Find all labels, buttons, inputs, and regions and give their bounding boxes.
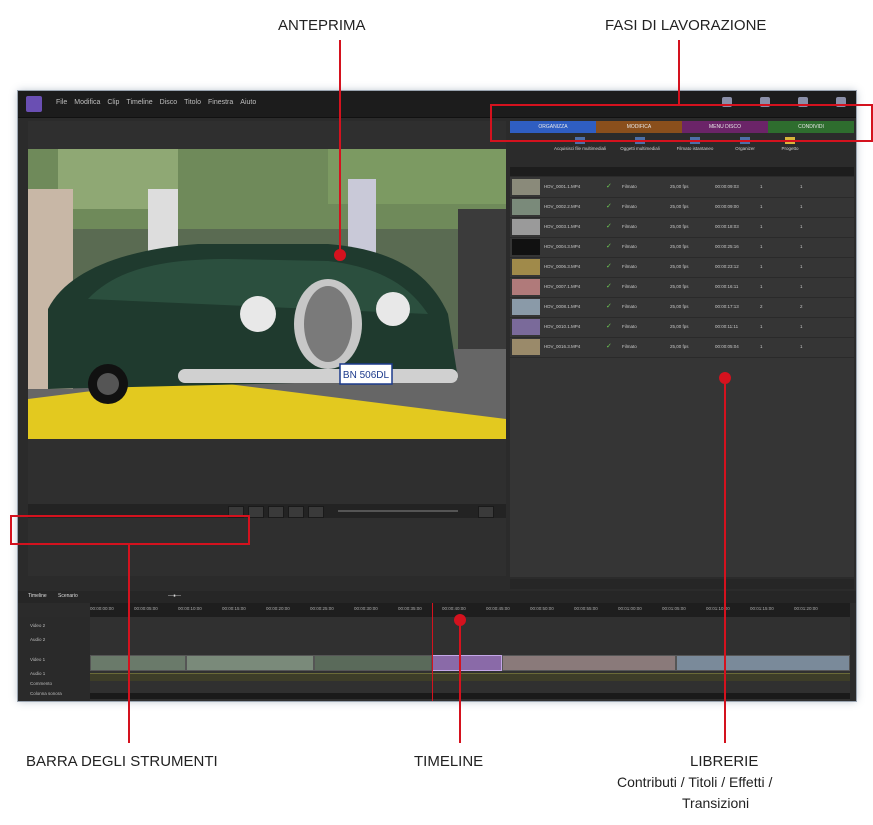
library-row[interactable]: HDV_0001.1.MP4 ✓ Filmato 25,00 fps 00:00… [510, 177, 854, 198]
library-row[interactable]: HDV_0004.3.MP4 ✓ Filmato 25,00 fps 00:00… [510, 237, 854, 258]
check-icon: ✓ [606, 283, 612, 290]
library-row[interactable]: HDV_0003.1.MP4 ✓ Filmato 25,00 fps 00:00… [510, 217, 854, 238]
video-clip[interactable] [186, 655, 314, 671]
clip-thumbnail [512, 279, 540, 295]
callout-anteprima: ANTEPRIMA [278, 17, 366, 34]
check-icon: ✓ [606, 203, 612, 210]
callout-librerie-sub2: Transizioni [682, 795, 750, 811]
tab-scenario[interactable]: Scenario [58, 593, 78, 599]
library-list: HDV_0001.1.MP4 ✓ Filmato 25,00 fps 00:00… [510, 177, 854, 577]
timeline-scrollbar[interactable] [90, 693, 850, 699]
play-button[interactable] [268, 506, 284, 518]
timeline-toolbar: Timeline Scenario —●— [18, 591, 856, 603]
check-icon: ✓ [606, 303, 612, 310]
timeline-ruler: 00:00:00:00 00:00:05:00 00:00:10:00 00:0… [90, 603, 850, 617]
clip-thumbnail [512, 299, 540, 315]
clip-thumbnail [512, 239, 540, 255]
callout-librerie-sub1: Contributi / Titoli / Effetti / [617, 774, 773, 790]
tab-timeline[interactable]: Timeline [28, 593, 47, 599]
callout-barra: BARRA DEGLI STRUMENTI [26, 753, 218, 770]
callout-timeline: TIMELINE [414, 753, 484, 770]
forward-button[interactable] [308, 506, 324, 518]
menu-list: File Modifica Clip Timeline Disco Titolo… [56, 99, 256, 106]
anteprima-dot [334, 249, 346, 261]
fullscreen-button[interactable] [478, 506, 494, 518]
fasi-box [490, 104, 873, 142]
zoom-slider-icon[interactable]: —●— [168, 593, 181, 599]
clip-thumbnail [512, 179, 540, 195]
clip-thumbnail [512, 339, 540, 355]
check-icon: ✓ [606, 263, 612, 270]
application-window: File Modifica Clip Timeline Disco Titolo… [18, 91, 856, 701]
video-clip[interactable] [502, 655, 676, 671]
check-icon: ✓ [606, 243, 612, 250]
barra-box [10, 515, 250, 545]
menu-finestra[interactable]: Finestra [208, 99, 233, 106]
library-row[interactable]: HDV_0002.2.MP4 ✓ Filmato 25,00 fps 00:00… [510, 197, 854, 218]
check-icon: ✓ [606, 223, 612, 230]
video-clip[interactable] [314, 655, 432, 671]
app-logo-icon [26, 96, 42, 112]
library-row[interactable]: HDV_0008.1.MP4 ✓ Filmato 25,00 fps 00:00… [510, 297, 854, 318]
clip-thumbnail [512, 199, 540, 215]
track-names: Video 2 Audio 2 Video 1 Audio 1 Commento… [18, 617, 90, 701]
video-clip-selected[interactable] [432, 655, 502, 671]
preview-scrubber[interactable] [338, 510, 458, 512]
timeline-playhead[interactable] [432, 603, 433, 701]
preview-frame: BN 506DL [28, 149, 506, 439]
step-back-button[interactable] [248, 506, 264, 518]
menu-modifica[interactable]: Modifica [74, 99, 100, 106]
menu-timeline[interactable]: Timeline [126, 99, 152, 106]
library-row[interactable]: HDV_0006.3.MP4 ✓ Filmato 25,00 fps 00:00… [510, 257, 854, 278]
check-icon: ✓ [606, 343, 612, 350]
callout-librerie: LIBRERIE [690, 753, 759, 770]
video-clip[interactable] [90, 655, 186, 671]
audio-clip[interactable] [90, 673, 850, 681]
library-header [510, 167, 854, 176]
menu-titolo[interactable]: Titolo [184, 99, 201, 106]
menu-aiuto[interactable]: Aiuto [240, 99, 256, 106]
timeline-tracks [90, 617, 850, 701]
preview-monitor: BN 506DL [28, 121, 506, 576]
preview-image: BN 506DL [28, 149, 506, 439]
clip-thumbnail [512, 259, 540, 275]
menu-disco[interactable]: Disco [160, 99, 178, 106]
library-row[interactable]: HDV_0007.1.MP4 ✓ Filmato 25,00 fps 00:00… [510, 277, 854, 298]
menu-file[interactable]: File [56, 99, 67, 106]
library-row[interactable]: HDV_0010.1.MP4 ✓ Filmato 25,00 fps 00:00… [510, 317, 854, 338]
check-icon: ✓ [606, 323, 612, 330]
library-row[interactable]: HDV_0016.3.MP4 ✓ Filmato 25,00 fps 00:00… [510, 337, 854, 358]
menu-clip[interactable]: Clip [107, 99, 119, 106]
callout-fasi: FASI DI LAVORAZIONE [605, 17, 767, 34]
step-forward-button[interactable] [288, 506, 304, 518]
anteprima-leader [339, 40, 341, 255]
barra-leader [128, 545, 130, 743]
librerie-leader [724, 378, 726, 743]
fasi-leader [678, 40, 680, 105]
clip-thumbnail [512, 219, 540, 235]
library-footer [510, 579, 854, 589]
clip-thumbnail [512, 319, 540, 335]
license-plate: BN 506DL [343, 370, 390, 381]
video-clip[interactable] [676, 655, 850, 671]
check-icon: ✓ [606, 183, 612, 190]
timeline-leader [459, 620, 461, 743]
